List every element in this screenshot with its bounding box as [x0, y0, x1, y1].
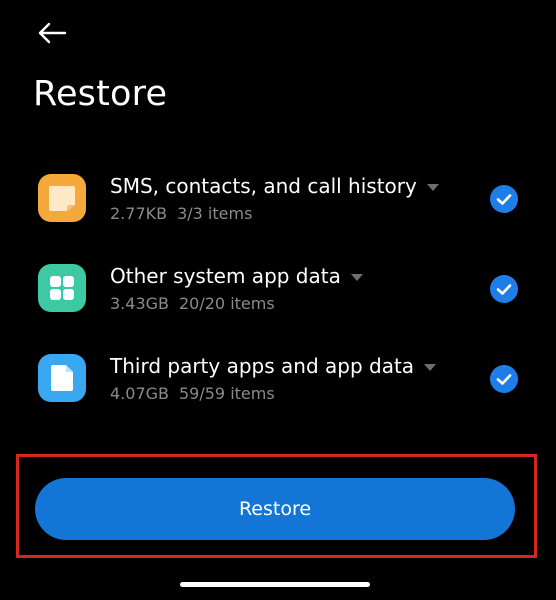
page-title: Restore: [33, 74, 168, 114]
dropdown-caret-icon[interactable]: [350, 273, 363, 281]
home-indicator[interactable]: [180, 582, 370, 587]
item-title: SMS, contacts, and call history: [110, 174, 439, 198]
item-size: 3.43GB: [110, 294, 169, 313]
item-meta: 3.43GB 20/20 items: [110, 294, 275, 313]
grid-icon: [38, 264, 86, 312]
list-item-third-party-apps[interactable]: Third party apps and app data 4.07GB 59/5…: [0, 332, 556, 422]
item-title: Third party apps and app data: [110, 354, 437, 378]
back-button[interactable]: [32, 18, 72, 48]
message-icon: [38, 174, 86, 222]
checkbox-checked[interactable]: [490, 185, 518, 213]
item-size: 2.77KB: [110, 204, 168, 223]
checkbox-checked[interactable]: [490, 365, 518, 393]
arrow-left-icon: [38, 22, 67, 44]
restore-button[interactable]: Restore: [35, 478, 515, 540]
item-size: 4.07GB: [110, 384, 169, 403]
checkmark-icon: [496, 284, 512, 295]
list-item-sms-contacts[interactable]: SMS, contacts, and call history 2.77KB 3/…: [0, 152, 556, 242]
dropdown-caret-icon[interactable]: [426, 183, 439, 191]
item-count: 59/59 items: [179, 384, 275, 403]
item-meta: 4.07GB 59/59 items: [110, 384, 275, 403]
dropdown-caret-icon[interactable]: [424, 363, 437, 371]
item-count: 3/3 items: [177, 204, 253, 223]
item-title: Other system app data: [110, 264, 363, 288]
checkbox-checked[interactable]: [490, 275, 518, 303]
item-meta: 2.77KB 3/3 items: [110, 204, 252, 223]
checkmark-icon: [496, 194, 512, 205]
document-icon: [38, 354, 86, 402]
checkmark-icon: [496, 374, 512, 385]
list-item-system-app-data[interactable]: Other system app data 3.43GB 20/20 items: [0, 242, 556, 332]
item-count: 20/20 items: [179, 294, 275, 313]
